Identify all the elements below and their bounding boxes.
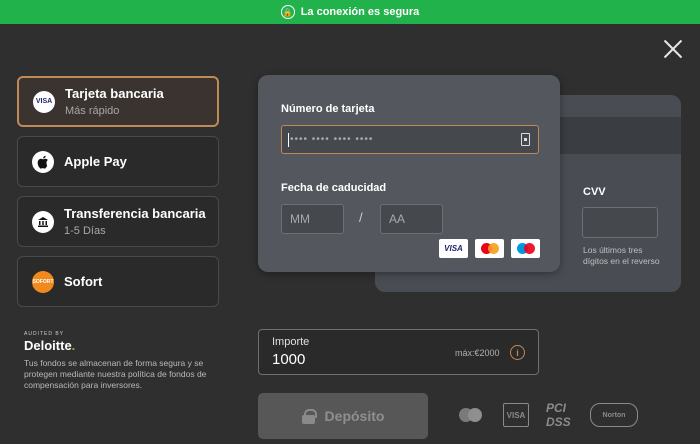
audit-label: AUDITED BY — [24, 331, 65, 337]
maestro-logo — [511, 239, 540, 258]
deloitte-logo: Deloitte. — [24, 338, 76, 353]
expiry-year-input[interactable]: AA — [380, 204, 443, 234]
expiry-month-input[interactable]: MM — [281, 204, 344, 234]
deposit-label: Depósito — [324, 408, 385, 424]
info-icon[interactable]: i — [510, 345, 525, 360]
method-bank-transfer[interactable]: Transferencia bancaria 1-5 Días — [17, 196, 219, 247]
visa-badge: VISA — [503, 403, 529, 427]
funds-protection-text: Tus fondos se almacenan de forma segura … — [24, 358, 207, 390]
mastercard-badge-icon — [455, 403, 485, 427]
mastercard-logo — [475, 239, 504, 258]
lock-icon — [301, 409, 317, 424]
card-number-label: Número de tarjeta — [281, 103, 375, 115]
visa-logo: VISA — [439, 239, 468, 258]
amount-label: Importe — [272, 336, 310, 348]
cvv-input[interactable] — [582, 207, 658, 238]
secure-connection-text: La conexión es segura — [300, 6, 420, 18]
audit-badge: AUDITED BY Deloitte. — [24, 331, 75, 353]
amount-value[interactable]: 1000 — [272, 351, 305, 368]
bank-icon — [32, 210, 54, 233]
secure-connection-bar: 🔒 La conexión es segura — [0, 0, 700, 24]
sofort-icon: SOFORT — [32, 270, 54, 293]
amount-field[interactable]: Importe 1000 máx:€2000 i — [258, 329, 539, 375]
method-sofort[interactable]: SOFORT Sofort — [17, 256, 219, 307]
cvv-label: CVV — [583, 186, 606, 198]
card-scan-icon — [521, 133, 530, 146]
cvv-help-text: Los últimos tres dígitos en el reverso — [583, 245, 660, 266]
method-title: Transferencia bancaria — [64, 206, 206, 221]
method-subtitle: 1-5 Días — [64, 225, 106, 237]
close-icon[interactable] — [662, 38, 684, 60]
card-number-placeholder: •••• •••• •••• •••• — [290, 134, 374, 145]
norton-badge: Norton — [590, 403, 638, 427]
method-title: Sofort — [64, 274, 103, 289]
expiry-label: Fecha de caducidad — [281, 182, 387, 194]
apple-icon — [32, 150, 54, 173]
method-card[interactable]: VISA Tarjeta bancaria Más rápido — [17, 76, 219, 127]
deposit-button[interactable]: Depósito — [258, 393, 428, 439]
method-title: Apple Pay — [64, 154, 127, 169]
visa-icon: VISA — [33, 90, 55, 113]
amount-max: máx:€2000 — [455, 348, 500, 358]
pci-dss-badge: PCI DSS — [546, 401, 571, 429]
method-apple-pay[interactable]: Apple Pay — [17, 136, 219, 187]
expiry-separator: / — [359, 210, 363, 225]
text-caret — [288, 132, 289, 147]
method-title: Tarjeta bancaria — [65, 86, 164, 101]
card-number-input[interactable]: •••• •••• •••• •••• — [281, 125, 539, 154]
method-subtitle: Más rápido — [65, 105, 120, 117]
shield-lock-icon: 🔒 — [280, 5, 295, 19]
